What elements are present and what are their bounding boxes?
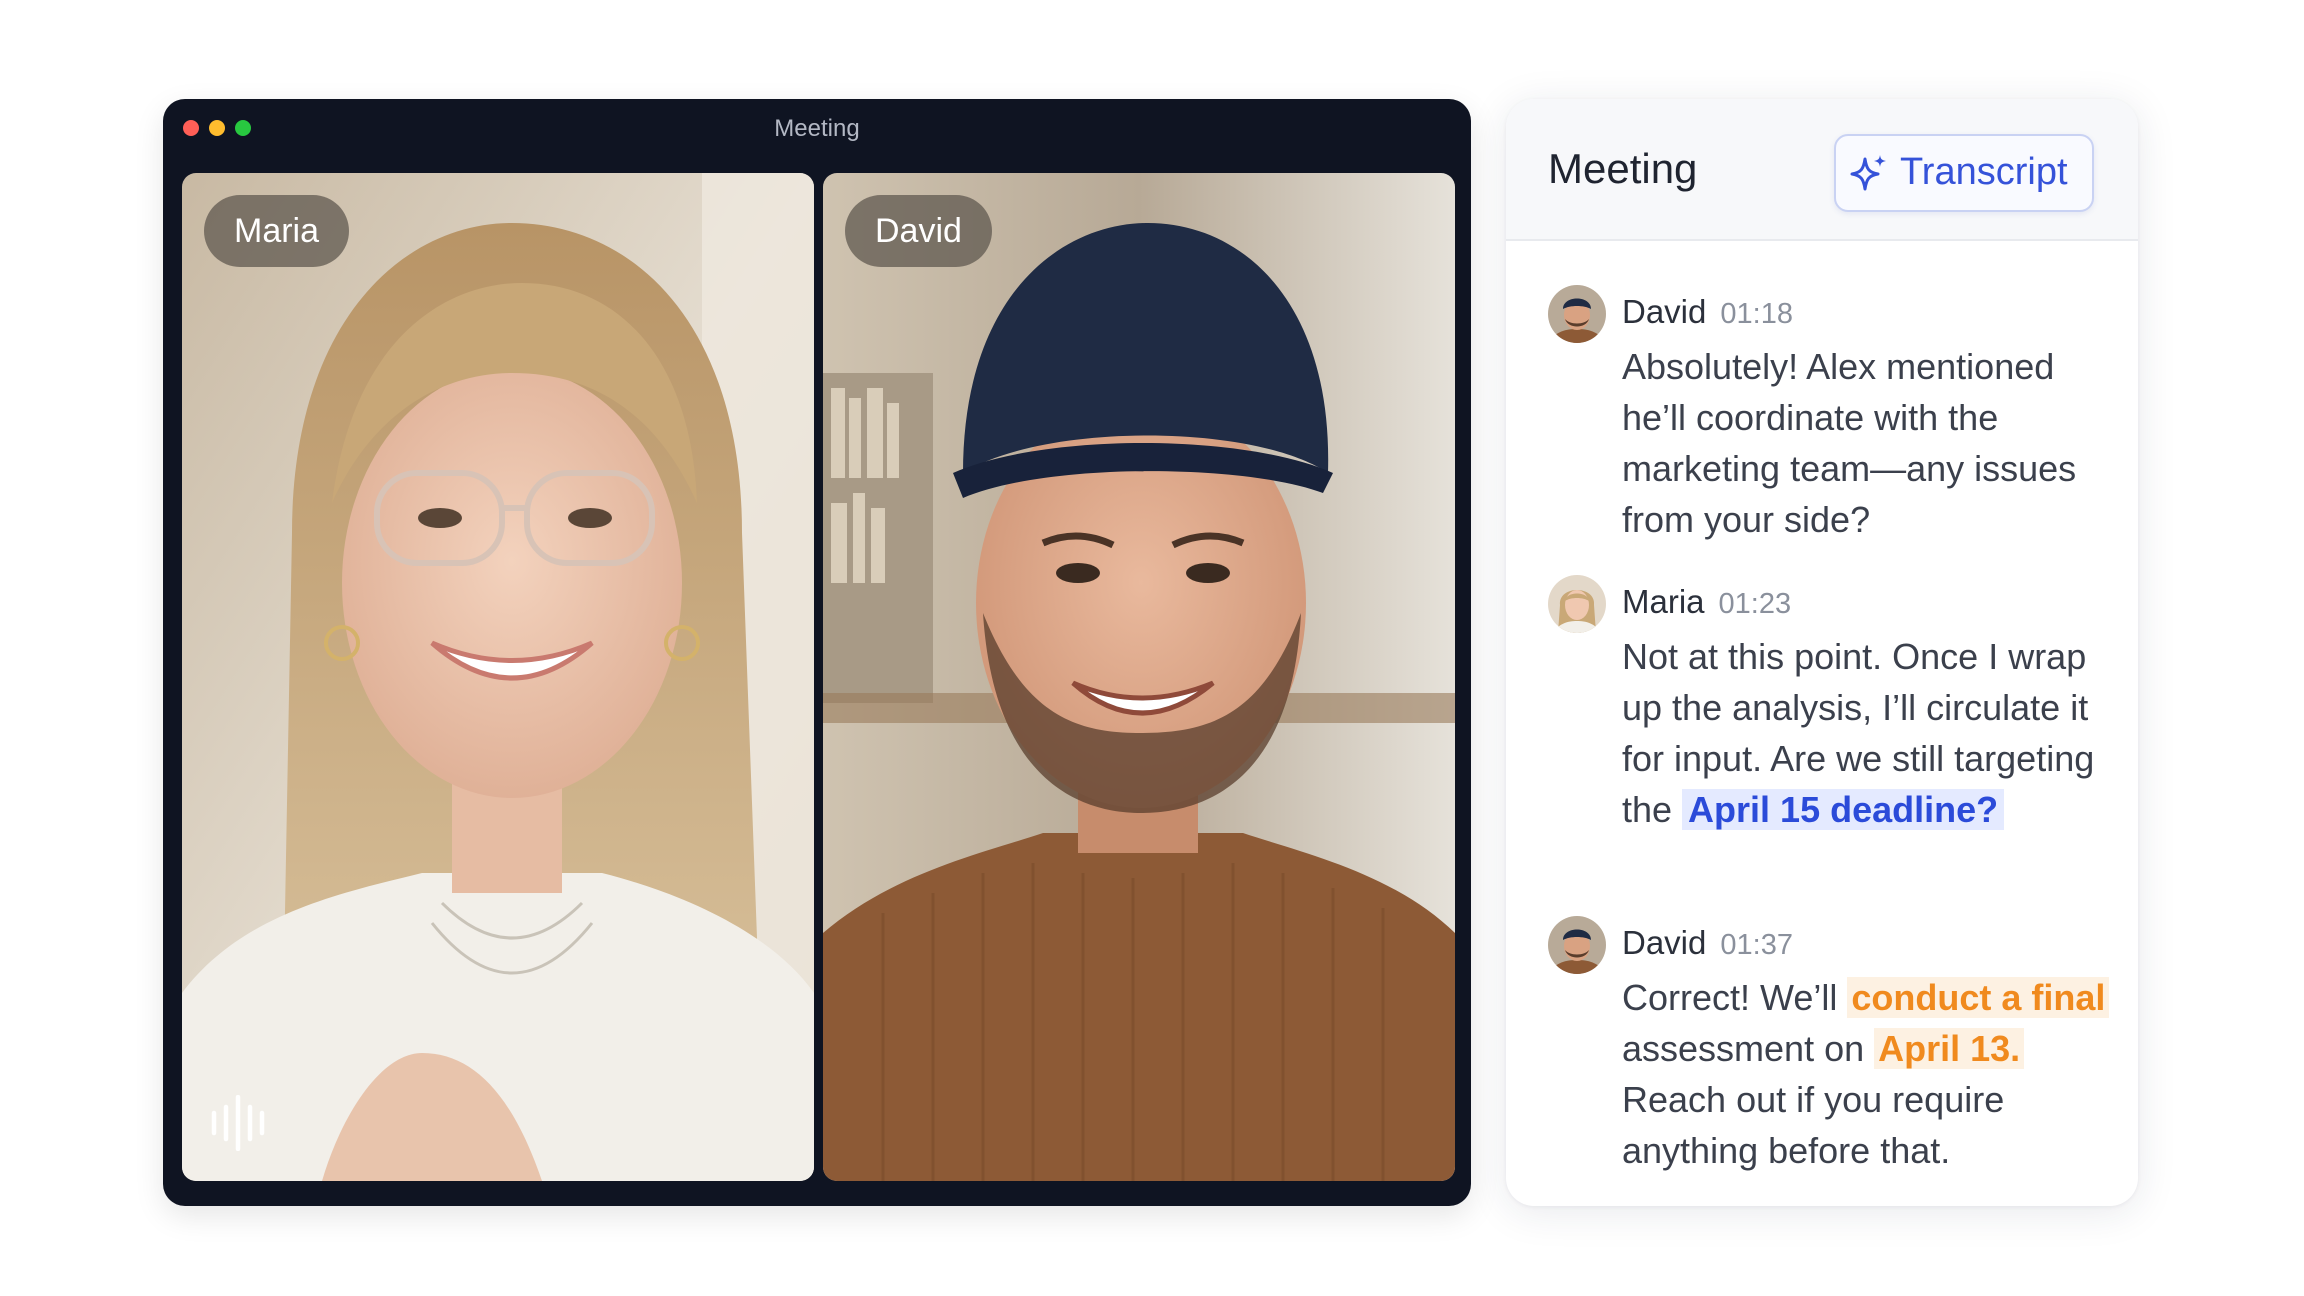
window-title: Meeting <box>774 115 860 142</box>
message-text-segment: Correct! We’ll <box>1622 977 1848 1018</box>
david-video-feed <box>823 173 1455 1181</box>
message-timestamp: 01:37 <box>1720 929 1793 961</box>
panel-header: Meeting Transcript <box>1506 99 2138 241</box>
avatar <box>1548 916 1606 974</box>
highlighted-date: April 13. <box>1874 1028 2025 1069</box>
message-text: Not at this point. Once I wrap up the an… <box>1622 631 2112 835</box>
message-header: David 01:18 <box>1622 293 1793 331</box>
participant-name-badge: David <box>845 195 992 267</box>
highlighted-action-item: conduct a final <box>1847 977 2110 1018</box>
highlighted-deadline: April 15 deadline? <box>1682 789 2005 830</box>
participant-tile-david[interactable]: David <box>823 173 1455 1181</box>
participant-tile-maria[interactable]: Maria <box>182 173 814 1181</box>
window-titlebar: Meeting <box>163 99 1471 155</box>
audio-waveform-icon <box>211 1095 265 1151</box>
panel-title: Meeting <box>1548 145 1698 192</box>
avatar <box>1548 285 1606 343</box>
video-call-window: Meeting Maria David <box>163 99 1471 1206</box>
sparkle-icon <box>1850 155 1886 191</box>
message-timestamp: 01:18 <box>1720 298 1793 330</box>
message-text: Absolutely! Alex mentioned he’ll coordin… <box>1622 346 2077 540</box>
speaker-name: Maria <box>1622 583 1705 620</box>
message-header: David 01:37 <box>1622 924 1793 962</box>
message-text-segment: assessment on <box>1622 1028 1875 1069</box>
message-header: Maria 01:23 <box>1622 583 1791 621</box>
participant-name-badge: Maria <box>204 195 350 267</box>
message-timestamp: 01:23 <box>1718 588 1792 620</box>
transcript-panel: Meeting Transcript David 01:18 Absolutely… <box>1506 99 2138 1206</box>
transcript-button[interactable]: Transcript <box>1834 134 2094 212</box>
message-text: Correct! We’ll conduct a final assessmen… <box>1622 972 2112 1176</box>
speaker-name: David <box>1622 293 1707 330</box>
transcript-button-label: Transcript <box>1900 151 2068 193</box>
avatar <box>1548 575 1606 633</box>
maria-video-feed <box>182 173 814 1181</box>
message-text-segment: Reach out if you require anything before… <box>1622 1079 2005 1171</box>
speaker-name: David <box>1622 924 1707 961</box>
